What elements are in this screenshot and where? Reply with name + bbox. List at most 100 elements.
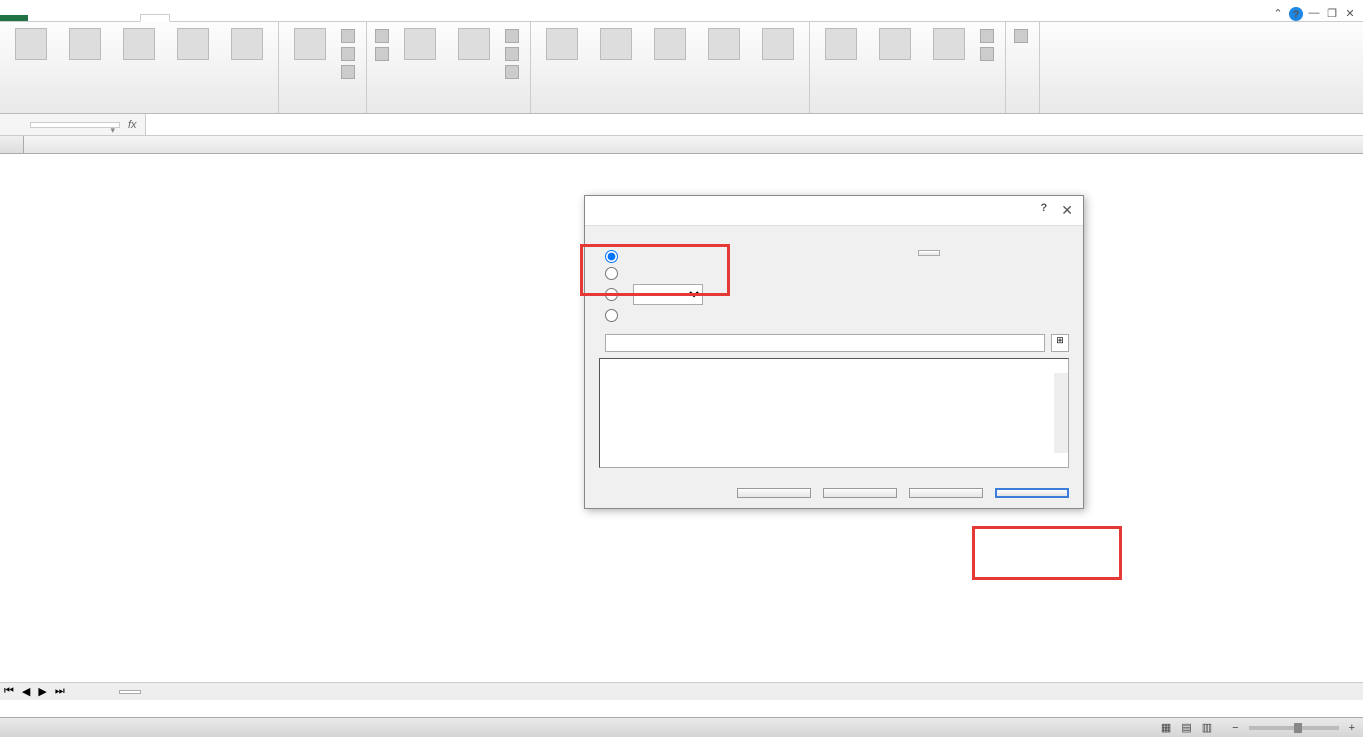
- group-button[interactable]: [816, 28, 866, 73]
- text-to-columns-icon: [546, 28, 578, 60]
- name-box[interactable]: [30, 122, 120, 128]
- subtotal-button[interactable]: [924, 28, 974, 62]
- group-label: [537, 107, 803, 111]
- radio-general[interactable]: [599, 248, 769, 265]
- window-controls: ⌃ ? — ❐ ✕: [1271, 7, 1363, 21]
- select-all-corner[interactable]: [0, 136, 24, 153]
- tab-view[interactable]: [198, 15, 226, 21]
- range-picker-icon[interactable]: ⊞: [1051, 334, 1069, 352]
- zoom-in-icon[interactable]: +: [1349, 722, 1355, 734]
- cancel-button[interactable]: [737, 488, 811, 498]
- filter-icon: [458, 28, 490, 60]
- window-restore-icon[interactable]: ❐: [1325, 7, 1339, 21]
- radio-text[interactable]: [599, 265, 769, 282]
- sort-button[interactable]: [395, 28, 445, 62]
- sort-az-icon: [375, 29, 389, 43]
- tab-page-layout[interactable]: [84, 15, 112, 21]
- refresh-all-button[interactable]: [285, 28, 335, 73]
- data-validation-button[interactable]: [645, 28, 695, 73]
- destination-input[interactable]: [605, 334, 1045, 352]
- date-format-select[interactable]: [633, 284, 703, 305]
- connections-button[interactable]: [339, 28, 360, 44]
- zoom-slider[interactable]: [1249, 726, 1339, 730]
- subtotal-icon: [933, 28, 965, 60]
- sheet-tabs-bar: ⏮ ◀ ▶ ⏭: [0, 682, 1363, 700]
- tab-file[interactable]: [0, 15, 28, 21]
- help-icon[interactable]: ?: [1289, 7, 1303, 21]
- from-access-button[interactable]: [6, 28, 56, 73]
- advanced-icon: [505, 65, 519, 79]
- reapply-icon: [505, 47, 519, 61]
- window-close-icon[interactable]: ✕: [1343, 7, 1357, 21]
- tab-nav-last[interactable]: ⏭: [51, 685, 69, 698]
- zoom-out-icon[interactable]: −: [1232, 722, 1238, 734]
- group-get-external-data: [0, 22, 279, 113]
- radio-date-input[interactable]: [605, 288, 618, 301]
- dialog-help-icon[interactable]: ?: [1041, 202, 1048, 219]
- radio-skip[interactable]: [599, 307, 769, 324]
- data-valid-icon: [654, 28, 686, 60]
- view-normal-icon[interactable]: ▦: [1161, 721, 1171, 734]
- tab-formulas[interactable]: [112, 15, 140, 21]
- consolidate-button[interactable]: [699, 28, 749, 62]
- ungroup-button[interactable]: [870, 28, 920, 73]
- sheet-tab[interactable]: [119, 690, 141, 694]
- what-if-button[interactable]: [753, 28, 803, 73]
- solver-button[interactable]: [1012, 28, 1033, 44]
- tab-nav-prev[interactable]: ◀: [18, 685, 34, 698]
- hide-detail-icon: [980, 47, 994, 61]
- sort-za-button[interactable]: [373, 46, 391, 62]
- advanced-filter-button[interactable]: [503, 64, 524, 80]
- solver-icon: [1014, 29, 1028, 43]
- remove-duplicates-button[interactable]: [591, 28, 641, 73]
- reapply-button[interactable]: [503, 46, 524, 62]
- advanced-button[interactable]: [918, 250, 940, 256]
- tab-nav-first[interactable]: ⏮: [0, 685, 18, 698]
- radio-date[interactable]: [599, 282, 769, 307]
- view-page-layout-icon[interactable]: ▤: [1181, 721, 1191, 734]
- ribbon-data: [0, 22, 1363, 114]
- consolidate-icon: [708, 28, 740, 60]
- dialog-close-icon[interactable]: ✕: [1061, 202, 1073, 219]
- formula-input[interactable]: [145, 114, 1363, 135]
- tab-insert[interactable]: [56, 15, 84, 21]
- tab-nav-next[interactable]: ▶: [34, 685, 50, 698]
- ribbon-minimize-icon[interactable]: ⌃: [1271, 7, 1285, 21]
- clear-button[interactable]: [503, 28, 524, 44]
- from-access-icon: [15, 28, 47, 60]
- next-button[interactable]: [909, 488, 983, 498]
- sort-az-button[interactable]: [373, 28, 391, 44]
- status-bar: ▦ ▤ ▥ − +: [0, 717, 1363, 737]
- group-connections: [279, 22, 367, 113]
- text-to-columns-button[interactable]: [537, 28, 587, 73]
- from-other-sources-button[interactable]: [168, 28, 218, 73]
- from-web-button[interactable]: [60, 28, 110, 73]
- column-headers: [0, 136, 1363, 154]
- fx-icon[interactable]: fx: [120, 119, 145, 131]
- existing-connections-button[interactable]: [222, 28, 272, 73]
- from-text-button[interactable]: [114, 28, 164, 73]
- preview-scrollbar[interactable]: [1054, 373, 1068, 453]
- properties-button[interactable]: [339, 46, 360, 62]
- radio-text-input[interactable]: [605, 267, 618, 280]
- edit-links-button[interactable]: [339, 64, 360, 80]
- back-button[interactable]: [823, 488, 897, 498]
- filter-button[interactable]: [449, 28, 499, 62]
- group-label: [285, 107, 360, 111]
- show-detail-icon: [980, 29, 994, 43]
- hide-detail-button[interactable]: [978, 46, 999, 62]
- from-text-icon: [123, 28, 155, 60]
- tab-home[interactable]: [28, 15, 56, 21]
- window-minimize-icon[interactable]: —: [1307, 7, 1321, 21]
- sort-icon: [404, 28, 436, 60]
- tab-data[interactable]: [140, 14, 170, 22]
- show-detail-button[interactable]: [978, 28, 999, 44]
- finish-button[interactable]: [995, 488, 1069, 498]
- view-page-break-icon[interactable]: ▥: [1202, 721, 1212, 734]
- connections-icon: [341, 29, 355, 43]
- data-preview[interactable]: [599, 358, 1069, 468]
- tab-review[interactable]: [170, 15, 198, 21]
- ribbon-tabs: ⌃ ? — ❐ ✕: [0, 0, 1363, 22]
- radio-skip-input[interactable]: [605, 309, 618, 322]
- radio-general-input[interactable]: [605, 250, 618, 263]
